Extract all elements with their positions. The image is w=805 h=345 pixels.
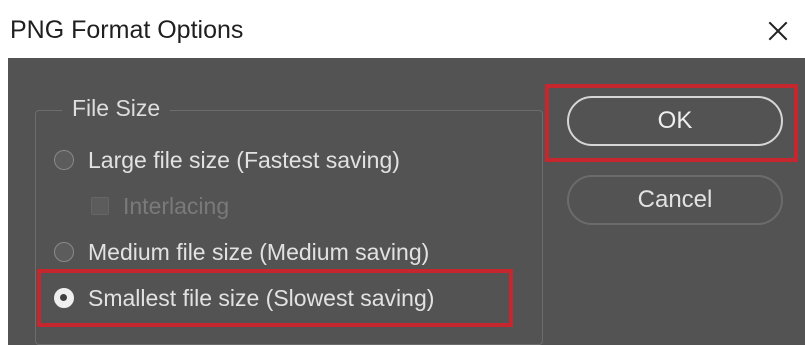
radio-medium-file-size[interactable]: Medium file size (Medium saving) (54, 237, 429, 267)
radio-label: Medium file size (Medium saving) (88, 239, 430, 265)
radio-smallest-file-size[interactable]: Smallest file size (Slowest saving) (54, 283, 434, 313)
file-size-legend: File Size (62, 93, 171, 123)
radio-button[interactable] (54, 150, 74, 170)
cancel-button[interactable]: Cancel (567, 175, 783, 225)
interlacing-label: Interlacing (123, 193, 230, 219)
png-format-options-dialog: PNG Format Options File Size Large file … (0, 0, 805, 345)
radio-button[interactable] (54, 288, 74, 308)
dialog-body: File Size Large file size (Fastest savin… (8, 58, 805, 345)
interlacing-checkbox (91, 197, 109, 215)
file-size-group: File Size Large file size (Fastest savin… (35, 93, 543, 345)
interlacing-option: Interlacing (91, 191, 229, 221)
ok-button[interactable]: OK (567, 96, 783, 146)
title-bar: PNG Format Options (0, 0, 805, 58)
close-button[interactable] (757, 10, 799, 52)
radio-large-file-size[interactable]: Large file size (Fastest saving) (54, 145, 400, 175)
radio-label: Large file size (Fastest saving) (88, 147, 400, 173)
radio-button[interactable] (54, 242, 74, 262)
dialog-title: PNG Format Options (10, 16, 244, 44)
close-icon (768, 21, 788, 41)
radio-label: Smallest file size (Slowest saving) (88, 285, 435, 311)
